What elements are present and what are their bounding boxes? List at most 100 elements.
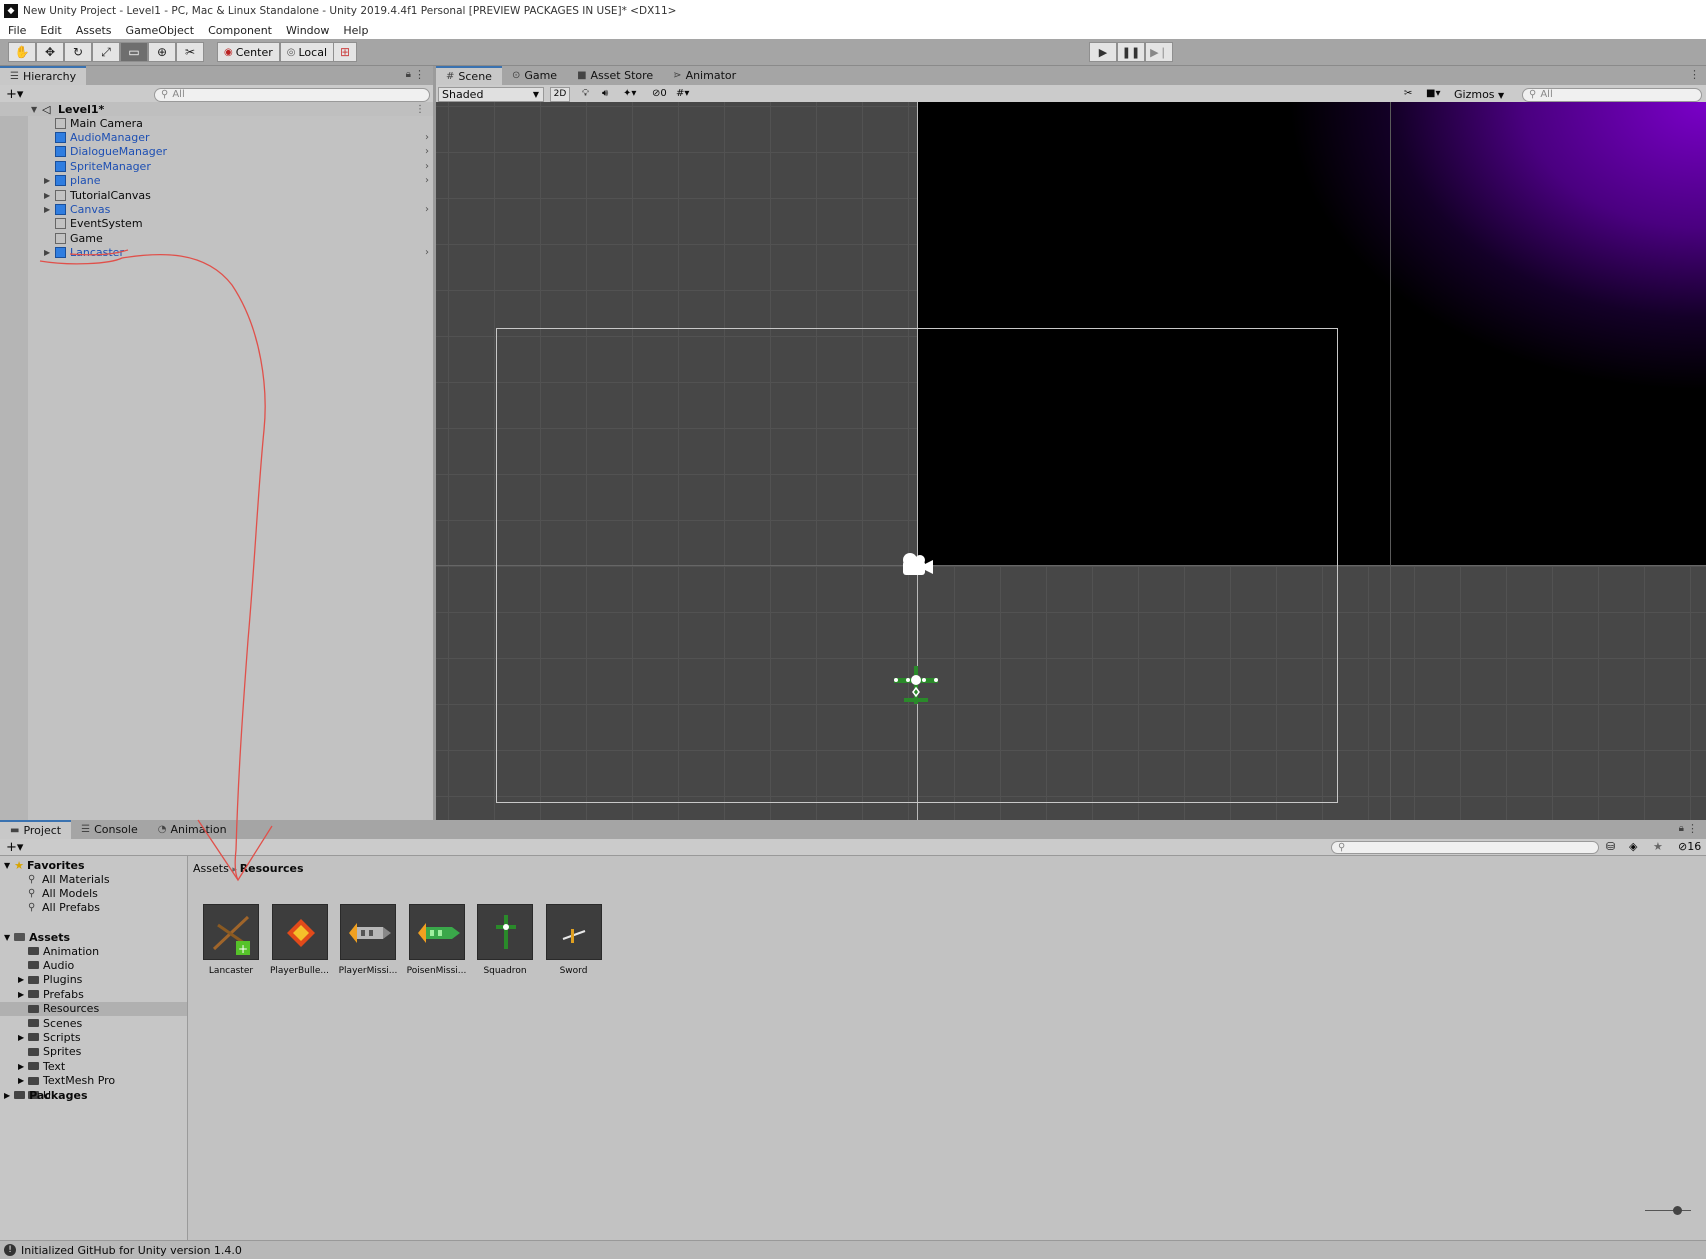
folder-text[interactable]: ▶ Text (18, 1059, 65, 1073)
menu-edit[interactable]: Edit (40, 24, 61, 37)
player-plane-sprite-icon[interactable] (890, 662, 942, 710)
lighting-icon[interactable]: 💡︎ (582, 88, 589, 99)
tab-hierarchy[interactable]: ☰ Hierarchy (0, 66, 87, 85)
folder-scripts[interactable]: ▶ Scripts (18, 1030, 81, 1044)
assets-root[interactable]: ▼ Assets (4, 930, 70, 944)
open-prefab-chevron-icon[interactable]: › (425, 161, 429, 172)
folder-resources[interactable]: Resources (18, 1002, 99, 1016)
packages-root[interactable]: ▶ Packages (4, 1088, 88, 1102)
rect-tool-icon[interactable]: ▭ (120, 42, 148, 62)
expand-arrow-icon[interactable]: ▼ (31, 105, 37, 114)
expand-arrow-icon[interactable]: ▶ (18, 1062, 28, 1071)
tab-animation[interactable]: ◔ Animation (148, 820, 237, 839)
menu-file[interactable]: File (8, 24, 26, 37)
hidden-objects-icon[interactable]: ⊘0 (652, 88, 667, 99)
zoom-slider-handle[interactable] (1673, 1206, 1682, 1215)
lock-icon[interactable]: 🔒︎ (406, 69, 411, 80)
breadcrumb-assets[interactable]: Assets (193, 862, 229, 875)
scene-panel-menu-icon[interactable]: ⋮ (1689, 68, 1700, 81)
grid-toggle-icon[interactable]: #▾ (676, 88, 689, 99)
custom-tool-icon[interactable]: ✂ (176, 42, 204, 62)
shading-mode-dropdown[interactable]: Shaded ▼ (438, 87, 544, 102)
step-button[interactable]: ▶❘ (1145, 42, 1173, 62)
status-message[interactable]: Initialized GitHub for Unity version 1.4… (21, 1244, 242, 1257)
hierarchy-item-dialoguemanager[interactable]: DialogueManager › (28, 145, 433, 159)
hierarchy-item-game[interactable]: Game (28, 231, 433, 245)
folder-sprites[interactable]: Sprites (18, 1045, 81, 1059)
panel-menu-icon[interactable]: ⋮ (414, 68, 425, 81)
search-by-type-icon[interactable]: ⛁ (1606, 840, 1615, 853)
camera-settings-icon[interactable]: ■▾ (1426, 88, 1440, 99)
open-prefab-chevron-icon[interactable]: › (425, 146, 429, 157)
expand-arrow-icon[interactable]: ▶ (18, 1076, 28, 1085)
folder-animation[interactable]: Animation (18, 944, 99, 958)
favorite-all-materials[interactable]: ⚲ All Materials (28, 872, 110, 886)
hierarchy-item-plane[interactable]: ▶ plane › (28, 174, 433, 188)
expand-arrow-icon[interactable]: ▶ (44, 176, 50, 185)
favorite-all-prefabs[interactable]: ⚲ All Prefabs (28, 901, 100, 915)
open-prefab-chevron-icon[interactable]: › (425, 247, 429, 258)
favorites-root[interactable]: ▼ ★ Favorites (4, 858, 85, 872)
scene-row[interactable]: ▼ ◁ Level1* ⋮ (0, 102, 433, 116)
breadcrumb-resources[interactable]: Resources (240, 862, 304, 875)
project-panel-menu-icon[interactable]: ⋮ (1687, 822, 1698, 835)
hierarchy-item-tutorialcanvas[interactable]: ▶ TutorialCanvas (28, 188, 433, 202)
scene-viewport[interactable] (436, 102, 1706, 820)
hierarchy-item-main-camera[interactable]: Main Camera (28, 116, 433, 130)
effects-icon[interactable]: ✦▾ (623, 88, 636, 99)
camera-gizmo-icon[interactable] (896, 550, 938, 580)
search-by-label-icon[interactable]: ◈ (1629, 840, 1637, 853)
expand-arrow-icon[interactable]: ▶ (18, 990, 28, 999)
folder-scenes[interactable]: Scenes (18, 1016, 82, 1030)
pivot-center-button[interactable]: ◉ Center (217, 42, 280, 62)
tab-console[interactable]: ☰ Console (71, 820, 148, 839)
favorite-star-icon[interactable]: ★ (1653, 840, 1663, 853)
hierarchy-item-spritemanager[interactable]: SpriteManager › (28, 159, 433, 173)
asset-tile-sword[interactable]: Sword (545, 904, 604, 976)
expand-arrow-icon[interactable]: ▶ (44, 205, 50, 214)
expand-arrow-icon[interactable]: ▶ (44, 248, 50, 257)
tab-project[interactable]: ▬ Project (0, 820, 72, 839)
menu-assets[interactable]: Assets (76, 24, 112, 37)
asset-tile-squadron[interactable]: Squadron (477, 904, 535, 976)
asset-tile-playermissi[interactable]: PlayerMissi... (339, 904, 398, 976)
scene-menu-icon[interactable]: ⋮ (415, 104, 425, 115)
expand-arrow-icon[interactable]: ▶ (44, 191, 50, 200)
asset-tile-playerbulle[interactable]: PlayerBulle... (270, 904, 330, 976)
tab-asset-store[interactable]: ■ Asset Store (567, 66, 663, 85)
folder-prefabs[interactable]: ▶ Prefabs (18, 987, 84, 1001)
open-prefab-chevron-icon[interactable]: › (425, 204, 429, 215)
2d-toggle-button[interactable]: 2D (550, 87, 570, 102)
open-prefab-chevron-icon[interactable]: › (425, 132, 429, 143)
audio-icon[interactable]: 🔊︎ (602, 88, 608, 99)
folder-textmesh-pro[interactable]: ▶ TextMesh Pro (18, 1074, 115, 1088)
scene-search-input[interactable]: ⚲ All (1522, 87, 1702, 102)
scale-tool-icon[interactable]: ⤢ (92, 42, 120, 62)
menu-window[interactable]: Window (286, 24, 329, 37)
play-button[interactable]: ▶ (1089, 42, 1117, 62)
rotate-tool-icon[interactable]: ↻ (64, 42, 92, 62)
hierarchy-item-canvas[interactable]: ▶ Canvas › (28, 202, 433, 216)
pivot-local-button[interactable]: ◎ Local (279, 42, 335, 62)
expand-arrow-icon[interactable]: ▶ (18, 975, 28, 984)
tab-animator[interactable]: ⋗ Animator (663, 66, 746, 85)
tools-icon[interactable]: ✂ (1404, 88, 1412, 99)
asset-tile-lancaster[interactable]: + Lancaster (203, 904, 261, 976)
gizmos-dropdown[interactable]: Gizmos ▼ (1454, 87, 1504, 102)
move-tool-icon[interactable]: ✥ (36, 42, 64, 62)
open-prefab-chevron-icon[interactable]: › (425, 175, 429, 186)
transform-tool-icon[interactable]: ⊕ (148, 42, 176, 62)
expand-arrow-icon[interactable]: ▼ (4, 861, 10, 870)
menu-gameobject[interactable]: GameObject (126, 24, 195, 37)
folder-audio[interactable]: Audio (18, 958, 74, 972)
create-add-icon[interactable]: +▾ (6, 87, 23, 102)
tab-scene[interactable]: # Scene (436, 66, 502, 85)
project-search-input[interactable]: ⚲ (1331, 840, 1599, 854)
hierarchy-item-audiomanager[interactable]: AudioManager › (28, 130, 433, 144)
project-lock-icon[interactable]: 🔒︎ (1679, 823, 1684, 834)
favorite-all-models[interactable]: ⚲ All Models (28, 886, 98, 900)
snap-icon[interactable]: ⊞ (333, 42, 357, 62)
hand-tool-icon[interactable]: ✋ (8, 42, 36, 62)
hierarchy-item-eventsystem[interactable]: EventSystem (28, 217, 433, 231)
hierarchy-search-input[interactable]: ⚲ All (154, 87, 430, 102)
